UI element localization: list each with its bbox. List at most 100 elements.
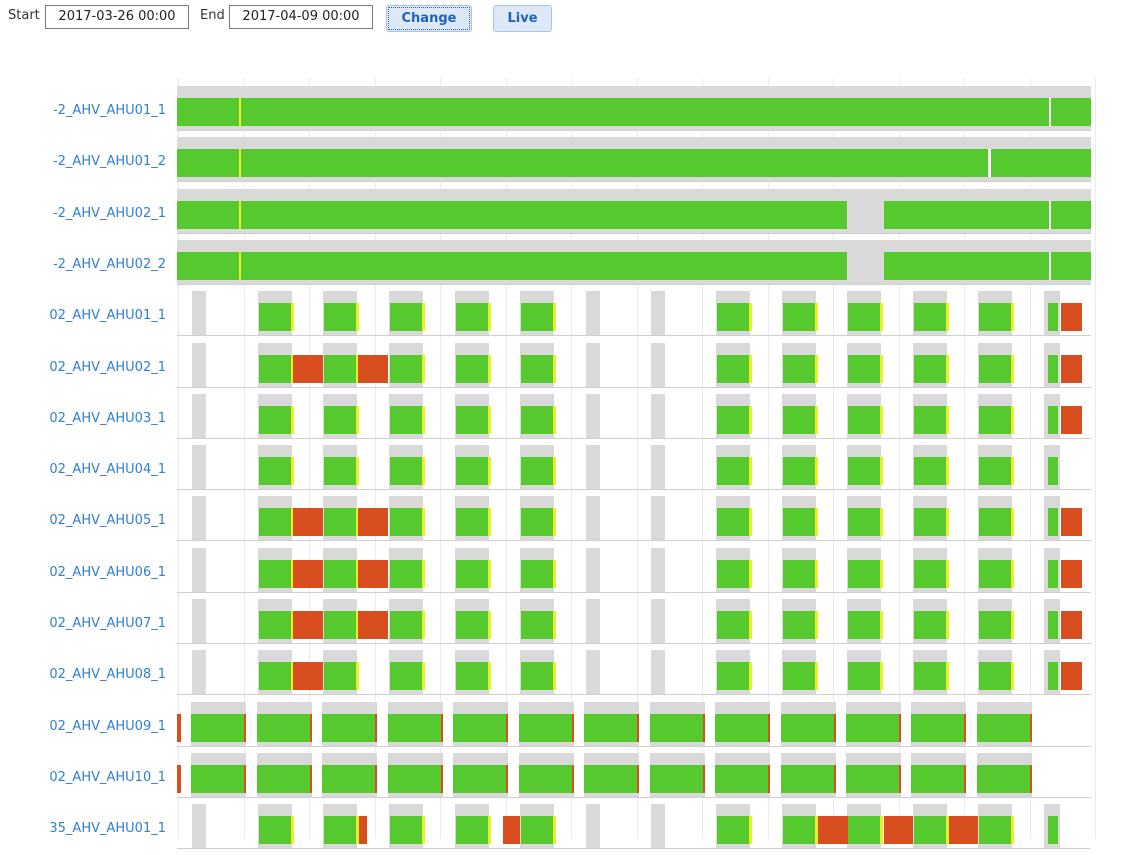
status-transition-segment [553,354,556,383]
status-transition-segment [291,405,294,434]
status-on-segment [390,559,422,588]
status-scheduled-segment [651,804,665,849]
row-baseline [177,643,1091,644]
status-transition-segment [291,816,294,845]
status-on-segment [979,611,1011,639]
status-on-segment [717,816,749,845]
status-transition-segment [815,405,818,434]
status-on-segment [388,764,441,793]
row-label: 02_AHV_AHU04_1 [49,462,166,478]
status-transition-segment [946,611,949,639]
status-on-segment [259,559,291,588]
status-transition-segment [239,200,241,229]
status-transition-segment [815,662,818,691]
status-scheduled-segment [192,650,206,695]
status-transition-segment [946,303,949,332]
status-on-segment [390,303,422,332]
status-on-segment [390,354,422,383]
status-transition-segment [749,354,752,383]
status-on-segment [456,405,488,434]
status-transition-segment [422,303,425,332]
status-on-segment [1048,457,1058,486]
status-fault-segment [441,764,443,793]
status-on-segment [453,764,506,793]
status-transition-segment [880,303,883,332]
status-scheduled-segment [651,650,665,695]
status-on-segment [717,662,749,691]
status-transition-segment [553,662,556,691]
status-on-segment [521,354,553,383]
status-fault-segment [1061,662,1082,691]
status-on-segment [717,611,749,639]
row-label: 02_AHV_AHU02_1 [49,359,166,375]
status-fault-segment [506,764,508,793]
status-on-segment [456,354,488,383]
status-on-segment [259,354,291,383]
row-label: 02_AHV_AHU03_1 [49,410,166,426]
status-on-segment [914,816,946,845]
status-on-segment [456,559,488,588]
status-fault-segment [293,508,323,537]
status-on-segment [884,251,1091,280]
status-on-segment [521,508,553,537]
status-transition-segment [422,508,425,537]
status-transition-segment [749,559,752,588]
status-on-segment [1048,816,1058,845]
status-transition-segment [356,662,359,691]
status-fault-segment [1061,354,1082,383]
status-transition-segment [880,508,883,537]
status-transition-segment [488,457,491,486]
status-on-segment [911,764,964,793]
status-scheduled-segment [586,291,600,336]
status-fault-segment [572,713,574,742]
status-on-segment [584,764,637,793]
status-on-segment [783,559,815,588]
status-on-segment [456,303,488,332]
status-transition-segment [488,354,491,383]
status-transition-segment [553,559,556,588]
status-fault-segment [358,559,388,588]
status-fault-segment [572,764,574,793]
status-fault-segment [358,508,388,537]
status-on-segment [914,354,946,383]
status-on-segment [717,559,749,588]
status-fault-segment [884,816,913,845]
status-scheduled-segment [192,445,206,490]
row-label: 02_AHV_AHU09_1 [49,718,166,734]
status-scheduled-segment [651,547,665,592]
row-label: 02_AHV_AHU08_1 [49,667,166,683]
status-on-segment [322,713,375,742]
status-on-segment [781,713,834,742]
status-on-segment [257,764,310,793]
status-scheduled-segment [586,599,600,643]
status-fault-segment [949,816,978,845]
status-transition-segment [749,662,752,691]
row-label: 02_AHV_AHU01_1 [49,308,166,324]
status-on-segment [177,251,847,280]
status-on-segment [324,303,356,332]
status-on-segment [977,764,1030,793]
status-on-segment [717,354,749,383]
status-scheduled-segment [586,547,600,592]
row-baseline [177,745,1091,747]
status-on-segment [979,354,1011,383]
status-scheduled-segment [586,445,600,490]
status-fault-segment [293,354,323,383]
status-on-segment [584,713,637,742]
status-scheduled-segment [192,547,206,592]
status-fault-segment [1030,713,1032,742]
status-transition-segment [1011,559,1014,588]
row-label: 02_AHV_AHU10_1 [49,769,166,785]
status-on-segment [259,662,291,691]
status-gap-segment [1049,200,1051,229]
status-on-segment [191,764,244,793]
row-baseline [177,591,1091,593]
status-fault-segment [964,713,966,742]
status-scheduled-segment [651,393,665,438]
status-on-segment [324,508,356,537]
status-fault-segment [703,764,705,793]
row-baseline [177,796,1091,798]
status-on-segment [259,508,291,537]
status-on-segment [783,611,815,639]
status-transition-segment [239,149,241,178]
